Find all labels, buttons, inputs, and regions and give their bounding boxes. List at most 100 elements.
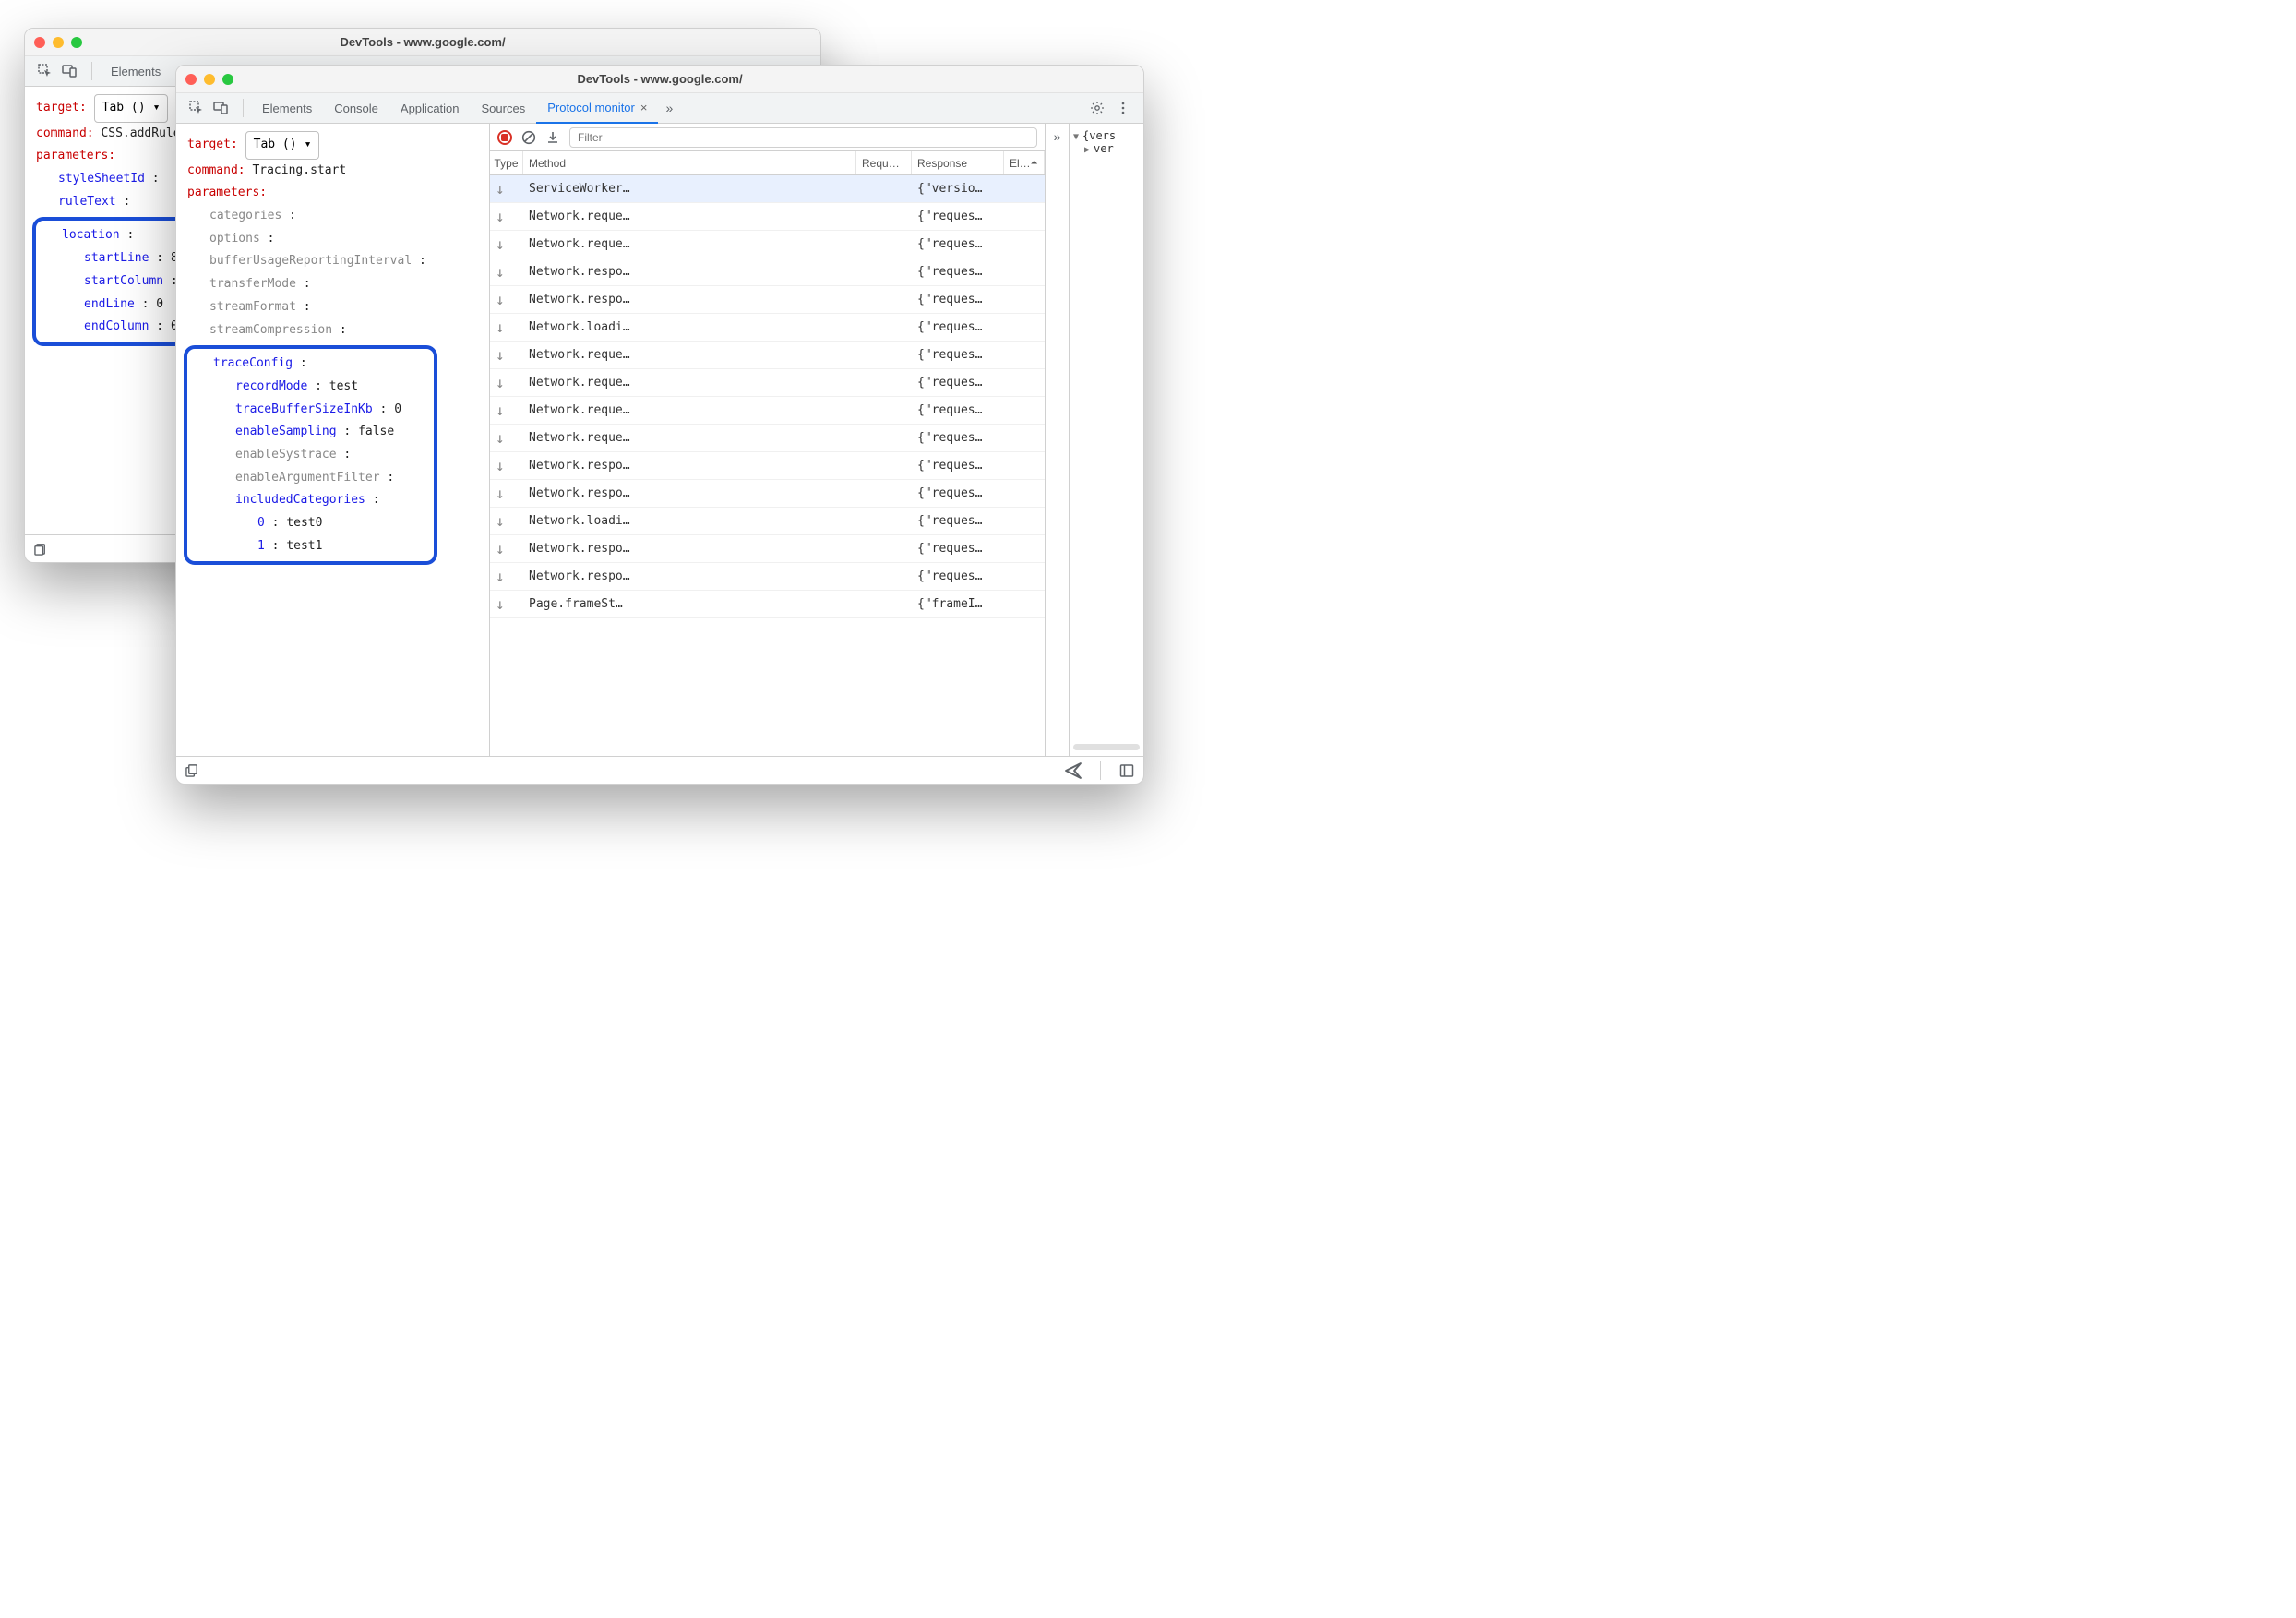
copy-stack-icon[interactable] — [185, 763, 199, 777]
array-index[interactable]: 1 — [257, 539, 265, 553]
columns-overflow-button[interactable]: » — [1048, 129, 1067, 144]
col-request[interactable]: Requ… — [856, 151, 912, 174]
tab-console[interactable]: Console — [323, 93, 389, 124]
copy-stack-icon[interactable] — [34, 542, 48, 556]
param-key[interactable]: recordMode — [235, 379, 307, 393]
col-response[interactable]: Response — [912, 151, 1004, 174]
device-toggle-icon[interactable] — [62, 64, 77, 78]
tab-protocol-monitor[interactable]: Protocol monitor× — [536, 93, 658, 124]
tree-root[interactable]: ▼{vers — [1073, 129, 1140, 142]
table-row[interactable]: ↓ Network.reque… {"reques… — [490, 231, 1045, 258]
target-select[interactable]: Tab () ▾ — [94, 94, 169, 123]
table-row[interactable]: ↓ Network.loadi… {"reques… — [490, 508, 1045, 535]
col-method[interactable]: Method — [523, 151, 856, 174]
inspect-icon[interactable] — [38, 64, 53, 78]
close-tab-icon[interactable]: × — [640, 101, 648, 114]
cell-response: {"reques… — [912, 320, 1004, 334]
cell-method: Network.respo… — [523, 459, 856, 473]
cell-method: Network.loadi… — [523, 320, 856, 334]
horizontal-scrollbar[interactable] — [1073, 744, 1140, 750]
param-value[interactable]: test0 — [286, 516, 322, 530]
cell-method: Network.respo… — [523, 569, 856, 583]
table-row[interactable]: ↓ Network.reque… {"reques… — [490, 369, 1045, 397]
cell-response: {"reques… — [912, 486, 1004, 500]
direction-down-icon: ↓ — [490, 512, 523, 530]
download-icon[interactable] — [545, 130, 560, 145]
sort-asc-icon: ⏶ — [1031, 158, 1038, 168]
table-row[interactable]: ↓ Network.loadi… {"reques… — [490, 314, 1045, 342]
param-key[interactable]: streamFormat — [209, 300, 296, 314]
param-key[interactable]: endLine — [84, 297, 135, 311]
param-key[interactable]: location — [62, 228, 120, 242]
target-select[interactable]: Tab () ▾ — [245, 131, 320, 160]
param-key[interactable]: startLine — [84, 251, 149, 265]
table-row[interactable]: ↓ Network.respo… {"reques… — [490, 535, 1045, 563]
array-index[interactable]: 0 — [257, 516, 265, 530]
device-toggle-icon[interactable] — [213, 101, 228, 115]
table-row[interactable]: ↓ Network.respo… {"reques… — [490, 452, 1045, 480]
collapse-panel-icon[interactable] — [1119, 763, 1134, 778]
param-key[interactable]: bufferUsageReportingInterval — [209, 254, 412, 268]
param-key[interactable]: traceBufferSizeInKb — [235, 402, 373, 416]
direction-down-icon: ↓ — [490, 208, 523, 225]
param-key[interactable]: enableArgumentFilter — [235, 471, 380, 485]
overflow-tabs-button[interactable]: » — [660, 101, 678, 115]
param-key[interactable]: styleSheetId — [58, 172, 145, 186]
table-row[interactable]: ↓ ServiceWorker… {"versio… — [490, 175, 1045, 203]
param-value[interactable]: test — [329, 379, 358, 393]
chevron-down-icon: ▾ — [305, 134, 312, 157]
kebab-menu-icon[interactable] — [1116, 101, 1130, 115]
command-value[interactable]: CSS.addRule — [101, 126, 180, 140]
param-key[interactable]: options — [209, 232, 260, 246]
inspect-icon[interactable] — [189, 101, 204, 115]
titlebar: DevTools - www.google.com/ — [25, 29, 820, 56]
expand-down-icon[interactable]: ▼ — [1073, 132, 1082, 142]
clear-icon[interactable] — [521, 130, 536, 145]
table-row[interactable]: ↓ Network.respo… {"reques… — [490, 563, 1045, 591]
param-key[interactable]: startColumn — [84, 274, 163, 288]
cell-response: {"reques… — [912, 431, 1004, 445]
param-value[interactable]: test1 — [286, 539, 322, 553]
direction-down-icon: ↓ — [490, 568, 523, 585]
table-row[interactable]: ↓ Network.reque… {"reques… — [490, 425, 1045, 452]
direction-down-icon: ↓ — [490, 235, 523, 253]
table-body[interactable]: ↓ ServiceWorker… {"versio… ↓ Network.req… — [490, 175, 1045, 756]
param-key[interactable]: includedCategories — [235, 493, 365, 507]
table-row[interactable]: ↓ Network.reque… {"reques… — [490, 203, 1045, 231]
direction-down-icon: ↓ — [490, 291, 523, 308]
filter-input[interactable] — [569, 127, 1037, 148]
direction-down-icon: ↓ — [490, 595, 523, 613]
param-key[interactable]: traceConfig — [213, 356, 293, 370]
param-key[interactable]: transferMode — [209, 277, 296, 291]
table-row[interactable]: ↓ Page.frameSt… {"frameI… — [490, 591, 1045, 618]
param-value[interactable]: 0 — [156, 297, 163, 311]
gear-icon[interactable] — [1090, 101, 1105, 115]
table-row[interactable]: ↓ Network.reque… {"reques… — [490, 397, 1045, 425]
param-key[interactable]: enableSampling — [235, 425, 337, 438]
table-row[interactable]: ↓ Network.reque… {"reques… — [490, 342, 1045, 369]
param-key[interactable]: endColumn — [84, 319, 149, 333]
tab-elements[interactable]: Elements — [100, 56, 172, 87]
expand-right-icon[interactable]: ▶ — [1084, 145, 1094, 155]
record-button[interactable] — [497, 130, 512, 145]
param-key[interactable]: ruleText — [58, 195, 116, 209]
tab-sources[interactable]: Sources — [471, 93, 537, 124]
param-value[interactable]: 0 — [394, 402, 401, 416]
tab-application[interactable]: Application — [389, 93, 471, 124]
tree-child[interactable]: ▶ver — [1073, 142, 1140, 155]
param-key[interactable]: streamCompression — [209, 323, 332, 337]
send-icon[interactable] — [1065, 762, 1082, 779]
table-row[interactable]: ↓ Network.respo… {"reques… — [490, 480, 1045, 508]
table-row[interactable]: ↓ Network.respo… {"reques… — [490, 286, 1045, 314]
table-row[interactable]: ↓ Network.respo… {"reques… — [490, 258, 1045, 286]
tabs: ElementsConsoleApplicationSourcesProtoco… — [251, 93, 658, 124]
col-elapsed[interactable]: El…⏶ — [1004, 151, 1045, 174]
col-type[interactable]: Type — [490, 151, 523, 174]
param-value[interactable]: false — [358, 425, 394, 438]
direction-down-icon: ↓ — [490, 374, 523, 391]
parameters-label: parameters: — [187, 186, 267, 199]
command-value[interactable]: Tracing.start — [252, 163, 346, 177]
param-key[interactable]: enableSystrace — [235, 448, 337, 461]
param-key[interactable]: categories — [209, 209, 281, 222]
tab-elements[interactable]: Elements — [251, 93, 323, 124]
